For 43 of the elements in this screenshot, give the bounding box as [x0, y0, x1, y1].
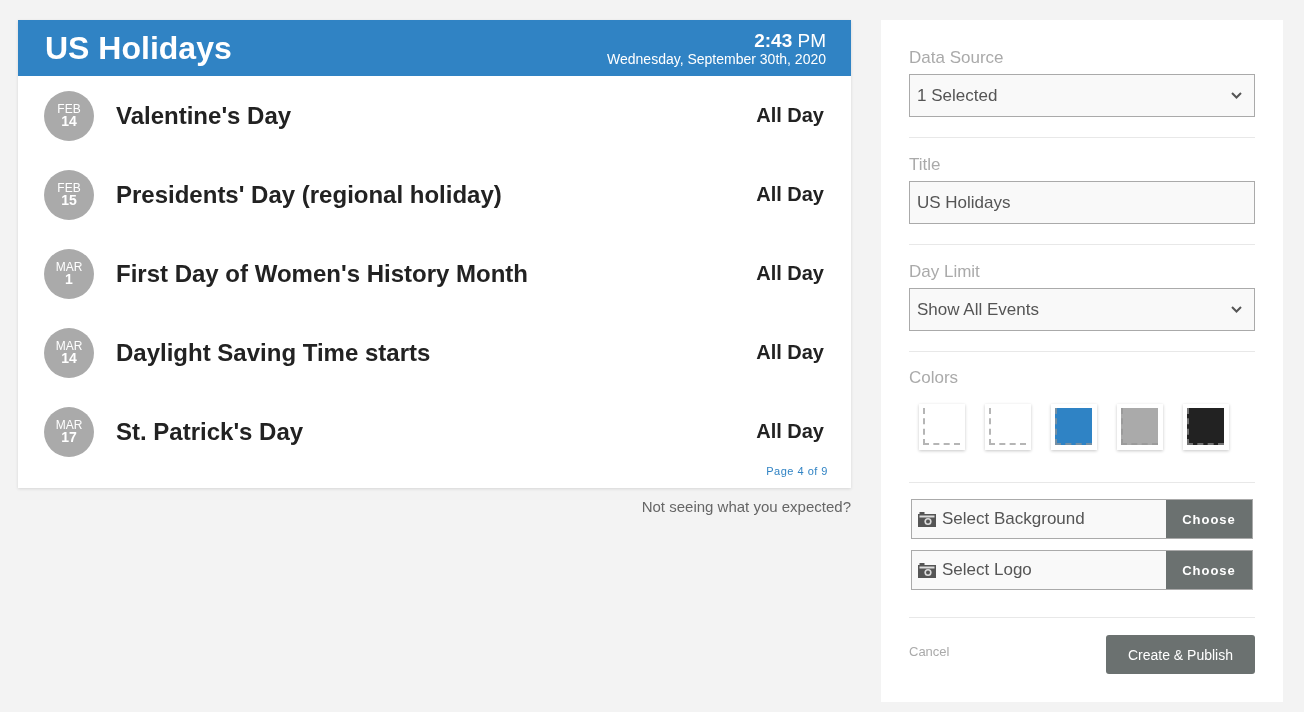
event-time: All Day: [756, 420, 824, 443]
field-label: Data Source: [909, 48, 1005, 68]
file-picker[interactable]: Select Background Choose: [911, 499, 1253, 539]
badge-month: FEB: [57, 182, 81, 194]
event-name: Presidents' Day (regional holiday): [116, 180, 503, 209]
create-publish-button[interactable]: Create & Publish: [1105, 635, 1255, 674]
badge-month: FEB: [57, 103, 81, 115]
chevron-down-icon: [1231, 306, 1242, 313]
event-name: Valentine's Day: [116, 101, 293, 130]
select-dropdown[interactable]: Show All Events: [909, 288, 1255, 331]
file-picker[interactable]: Select Logo Choose: [911, 550, 1253, 590]
event-time: All Day: [756, 262, 824, 285]
field-label: Day Limit: [909, 262, 981, 282]
file-picker-text: Select Background: [942, 509, 1085, 529]
choose-button[interactable]: Choose: [1166, 551, 1252, 589]
badge-month: MAR: [55, 340, 83, 352]
badge-day: 15: [61, 194, 77, 207]
page-indicator: Page 4 of 9: [766, 465, 828, 477]
badge-day: 17: [61, 431, 77, 444]
badge-month: MAR: [55, 419, 83, 431]
file-picker-text: Select Logo: [942, 560, 1032, 580]
event-name: Daylight Saving Time starts: [116, 338, 432, 367]
event-name: First Day of Women's History Month: [116, 259, 529, 288]
camera-icon: [918, 562, 936, 578]
event-name: St. Patrick's Day: [116, 417, 305, 446]
card-title: US Holidays: [45, 29, 232, 67]
choose-button[interactable]: Choose: [1166, 500, 1252, 538]
chevron-down-icon: [1231, 92, 1242, 99]
event-time: All Day: [756, 341, 824, 364]
field-label: Title: [909, 155, 942, 175]
field-label: Colors: [909, 368, 960, 388]
badge-day: 1: [65, 273, 73, 286]
badge-day: 14: [61, 352, 77, 365]
select-dropdown[interactable]: 1 Selected: [909, 74, 1255, 117]
title-input[interactable]: US Holidays: [909, 181, 1255, 224]
event-time: All Day: [756, 104, 824, 127]
camera-icon: [918, 511, 936, 527]
event-time: All Day: [756, 183, 824, 206]
badge-month: MAR: [55, 261, 83, 273]
current-time: 2:43 PM: [754, 29, 826, 51]
help-link[interactable]: Not seeing what you expected?: [641, 498, 851, 515]
current-date: Wednesday, September 30th, 2020: [607, 50, 826, 67]
badge-day: 14: [61, 115, 77, 128]
